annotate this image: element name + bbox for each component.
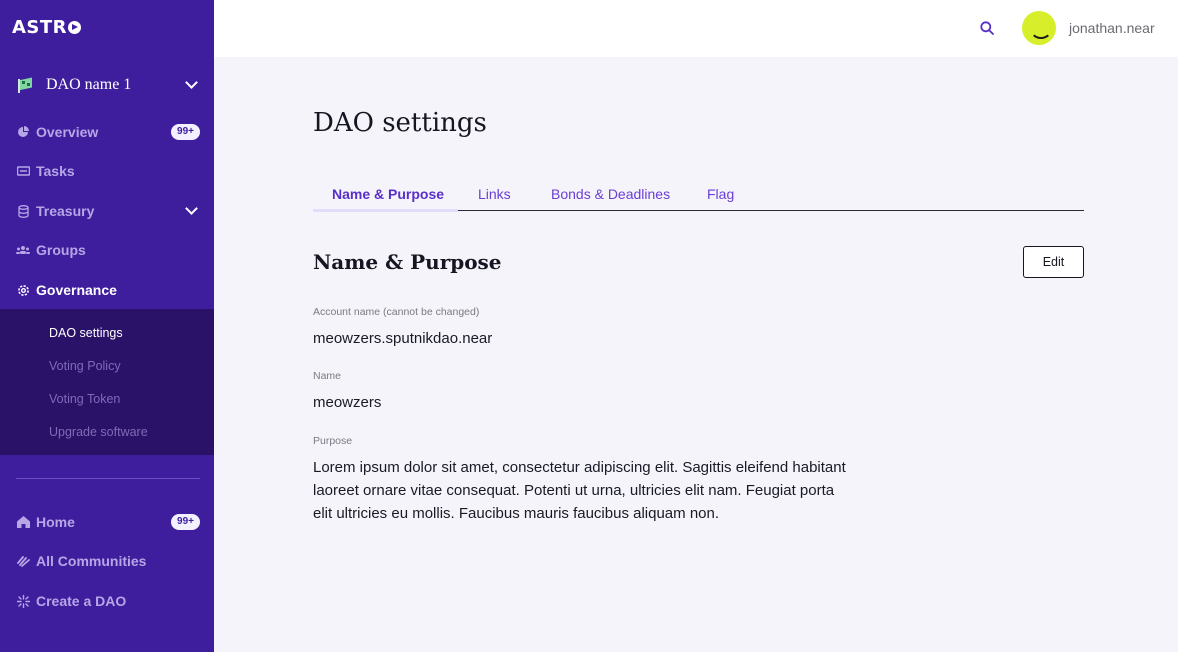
notification-badge: 99+: [171, 514, 200, 530]
gear-icon: [16, 283, 30, 297]
subnav-item-dao-settings[interactable]: DAO settings: [49, 326, 123, 340]
sidebar: ASTR DAO name 1 Overview 99+ Tasks Treas…: [0, 0, 214, 652]
governance-submenu: DAO settings Voting Policy Voting Token …: [0, 309, 214, 455]
sidebar-item-label: Overview: [36, 124, 99, 140]
communities-icon: [16, 554, 30, 568]
ticket-icon: [16, 164, 30, 178]
account-name-label: Account name (cannot be changed): [313, 306, 480, 318]
name-label: Name: [313, 370, 342, 382]
avatar[interactable]: [1022, 11, 1056, 45]
tab-bonds-deadlines[interactable]: Bonds & Deadlines: [551, 186, 670, 202]
purpose-label: Purpose: [313, 435, 353, 447]
sidebar-item-overview[interactable]: Overview 99+: [16, 120, 200, 144]
coins-icon: [16, 204, 30, 218]
settings-tabs: Name & Purpose Links Bonds & Deadlines F…: [313, 180, 1084, 212]
dao-selector[interactable]: DAO name 1: [16, 72, 200, 98]
sidebar-item-label: Governance: [36, 282, 117, 298]
purpose-value: Lorem ipsum dolor sit amet, consectetur …: [313, 459, 846, 522]
tab-links[interactable]: Links: [478, 186, 511, 202]
sidebar-item-all-communities[interactable]: All Communities: [16, 549, 200, 573]
dao-flag-icon: [16, 77, 34, 93]
sidebar-item-groups[interactable]: Groups: [16, 238, 200, 262]
pie-chart-icon: [16, 125, 30, 139]
page-title: DAO settings: [313, 108, 487, 138]
dao-name: DAO name 1: [46, 76, 132, 93]
sidebar-item-tasks[interactable]: Tasks: [16, 159, 200, 183]
users-icon: [16, 243, 30, 257]
sidebar-item-label: Tasks: [36, 163, 75, 179]
subnav-item-voting-token[interactable]: Voting Token: [49, 392, 120, 406]
account-name[interactable]: jonathan.near: [1069, 20, 1155, 36]
subnav-item-upgrade-software[interactable]: Upgrade software: [49, 425, 148, 439]
chevron-down-icon[interactable]: [185, 202, 198, 215]
home-icon: [16, 515, 30, 529]
notification-badge: 99+: [171, 124, 200, 140]
name-value: meowzers: [313, 394, 382, 411]
sidebar-item-create-dao[interactable]: Create a DAO: [16, 589, 200, 613]
sidebar-item-label: Create a DAO: [36, 593, 127, 609]
sidebar-item-treasury[interactable]: Treasury: [16, 199, 200, 223]
chevron-down-icon: [185, 76, 198, 89]
logo-play-icon: [68, 21, 82, 34]
sidebar-divider: [16, 478, 200, 479]
sidebar-item-label: Home: [36, 514, 75, 530]
tab-name-purpose[interactable]: Name & Purpose: [332, 186, 444, 202]
search-icon[interactable]: [980, 21, 994, 35]
sidebar-item-label: All Communities: [36, 553, 147, 569]
astro-logo[interactable]: ASTR: [12, 17, 82, 38]
sidebar-item-home[interactable]: Home 99+: [16, 510, 200, 534]
active-tab-indicator: [313, 209, 458, 212]
sidebar-item-label: Groups: [36, 242, 86, 258]
sidebar-item-label: Treasury: [36, 203, 95, 219]
top-header: jonathan.near: [214, 0, 1178, 57]
tab-flag[interactable]: Flag: [707, 186, 734, 202]
account-name-value: meowzers.sputnikdao.near: [313, 330, 493, 347]
subnav-item-voting-policy[interactable]: Voting Policy: [49, 359, 121, 373]
sidebar-item-governance[interactable]: Governance: [16, 278, 200, 302]
section-title: Name & Purpose: [313, 250, 502, 274]
logo-text: ASTR: [12, 17, 68, 38]
edit-button[interactable]: Edit: [1023, 246, 1084, 278]
sparkle-icon: [16, 594, 30, 608]
